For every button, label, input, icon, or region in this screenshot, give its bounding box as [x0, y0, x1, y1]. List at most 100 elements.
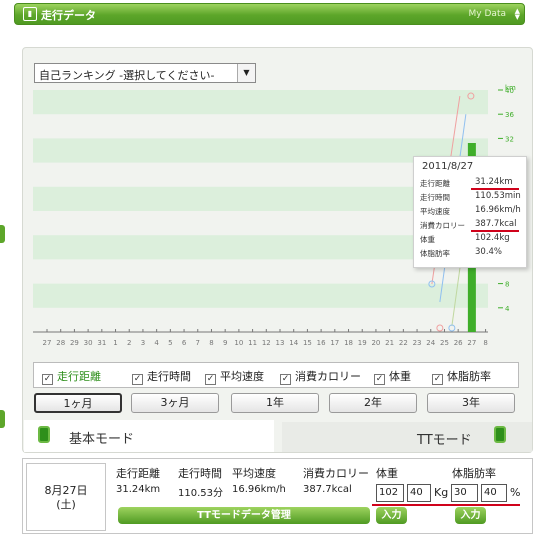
- y-tick-label: 32: [505, 135, 514, 143]
- x-tick-label: 28: [56, 339, 65, 347]
- tab-basic-mode-label: 基本モード: [69, 432, 135, 447]
- value-speed: 16.96km/h: [232, 484, 286, 495]
- record-date-box: 8月27日 (土): [26, 463, 106, 531]
- x-tick-label: 15: [303, 339, 312, 347]
- x-tick-label: 5: [168, 339, 172, 347]
- x-tick-label: 9: [223, 339, 227, 347]
- x-tick-label: 14: [289, 339, 298, 347]
- x-tick-label: 18: [344, 339, 353, 347]
- range-1-month-button[interactable]: 1ヶ月: [34, 393, 122, 413]
- tooltip-date: 2011/8/27: [422, 161, 474, 172]
- tooltip-value: 102.4kg: [475, 233, 510, 243]
- page-title: 走行データ: [41, 9, 96, 22]
- chevron-down-icon[interactable]: ▼: [237, 64, 255, 82]
- checkbox-icon[interactable]: ✓: [132, 374, 143, 385]
- legend-weight[interactable]: ✓ 体重: [374, 368, 411, 385]
- range-1-year-button[interactable]: 1年: [231, 393, 319, 413]
- tt-mode-data-button[interactable]: TTモードデータ管理: [118, 507, 370, 524]
- tooltip-value: 30.4%: [475, 247, 503, 257]
- weight-input-button[interactable]: 入力: [376, 507, 407, 524]
- checkbox-icon[interactable]: ✓: [205, 374, 216, 385]
- ranking-select[interactable]: 自己ランキング -選択してください- ▼: [34, 63, 256, 83]
- checkbox-icon[interactable]: ✓: [280, 374, 291, 385]
- checkbox-icon[interactable]: ✓: [374, 374, 385, 385]
- record-date: 8月27日: [44, 484, 88, 497]
- x-tick-label: 6: [182, 339, 187, 347]
- grid-band: [33, 283, 488, 308]
- x-tick-label: 8: [209, 339, 213, 347]
- fat-int-input[interactable]: 30: [451, 484, 478, 502]
- x-tick-label: 4: [154, 339, 159, 347]
- x-tick-label: 29: [70, 339, 79, 347]
- ranking-select-value: 自己ランキング -選択してください-: [39, 69, 215, 82]
- legend-distance[interactable]: ✓ 走行距離: [42, 368, 101, 385]
- weight-unit: Kg: [434, 486, 449, 499]
- x-tick-label: 27: [43, 339, 52, 347]
- legend-label: 体重: [389, 370, 411, 383]
- x-tick-label: 10: [234, 339, 243, 347]
- header-distance: 走行距離: [116, 467, 160, 480]
- tab-tt-mode[interactable]: TTモード: [282, 422, 532, 452]
- tooltip-label: 走行時間: [420, 193, 450, 202]
- tab-basic-mode[interactable]: 基本モード: [24, 420, 274, 452]
- tooltip-label: 消費カロリー: [420, 221, 465, 230]
- x-tick-label: 26: [454, 339, 463, 347]
- chart-logo-icon: ▮: [23, 7, 37, 21]
- highlight-underline: [471, 230, 519, 232]
- y-tick-label: 4: [505, 305, 510, 313]
- header-fat: 体脂肪率: [452, 467, 496, 480]
- x-tick-label: 22: [399, 339, 408, 347]
- x-tick-label: 13: [276, 339, 285, 347]
- value-time: 110.53分: [178, 488, 223, 499]
- highlight-underline: [471, 188, 519, 190]
- data-tooltip: 2011/8/27 走行距離 31.24km 走行時間 110.53min 平均…: [413, 156, 527, 268]
- range-3-years-button[interactable]: 3年: [427, 393, 515, 413]
- tooltip-label: 走行距離: [420, 179, 450, 188]
- fat-dec-input[interactable]: 40: [481, 484, 507, 502]
- tooltip-row: 走行時間 110.53min: [420, 191, 524, 204]
- fat-input-button[interactable]: 入力: [455, 507, 486, 524]
- x-tick-label: 23: [413, 339, 422, 347]
- legend-label: 体脂肪率: [447, 370, 491, 383]
- range-3-months-button[interactable]: 3ヶ月: [131, 393, 219, 413]
- side-scroll-tab-lower[interactable]: [0, 410, 5, 428]
- tooltip-row: 平均速度 16.96km/h: [420, 205, 524, 218]
- x-tick-label: 21: [385, 339, 394, 347]
- range-2-years-button[interactable]: 2年: [329, 393, 417, 413]
- legend-fat[interactable]: ✓ 体脂肪率: [432, 368, 491, 385]
- tooltip-label: 体脂肪率: [420, 249, 450, 258]
- header-time: 走行時間: [178, 467, 222, 480]
- x-tick-label: 2: [127, 339, 131, 347]
- value-calorie: 387.7kcal: [303, 484, 352, 495]
- legend-calorie[interactable]: ✓ 消費カロリー: [280, 368, 361, 385]
- y-tick-label: 36: [505, 111, 514, 119]
- collapse-toggle-icon[interactable]: ▲ ▼: [515, 8, 520, 21]
- legend-label: 平均速度: [220, 370, 264, 383]
- series-point: [436, 324, 444, 332]
- series-legend: ✓ 走行距離 ✓ 走行時間 ✓ 平均速度 ✓ 消費カロリー ✓ 体重 ✓ 体脂肪率: [33, 362, 519, 388]
- x-tick-label: 7: [196, 339, 200, 347]
- x-tick-label: 30: [84, 339, 93, 347]
- record-weekday: (土): [56, 498, 76, 511]
- weight-int-input[interactable]: 102: [376, 484, 404, 502]
- x-tick-label: 16: [317, 339, 326, 347]
- device-icon: [38, 426, 50, 443]
- x-tick-label: 8: [483, 339, 487, 347]
- header-subtitle: My Data: [468, 9, 506, 19]
- x-tick-label: 17: [330, 339, 339, 347]
- x-tick-label: 24: [426, 339, 435, 347]
- checkbox-icon[interactable]: ✓: [432, 374, 443, 385]
- tooltip-value: 387.7kcal: [475, 219, 517, 229]
- tooltip-value: 110.53min: [475, 191, 521, 201]
- side-scroll-tab-upper[interactable]: [0, 225, 5, 243]
- x-tick-label: 20: [371, 339, 380, 347]
- value-distance: 31.24km: [116, 484, 161, 495]
- tooltip-row: 体重 102.4kg: [420, 233, 524, 246]
- x-tick-label: 25: [440, 339, 449, 347]
- tab-tt-mode-label: TTモード: [417, 433, 472, 448]
- legend-time[interactable]: ✓ 走行時間: [132, 368, 191, 385]
- checkbox-icon[interactable]: ✓: [42, 374, 53, 385]
- legend-label: 消費カロリー: [295, 370, 361, 383]
- weight-dec-input[interactable]: 40: [407, 484, 431, 502]
- legend-speed[interactable]: ✓ 平均速度: [205, 368, 264, 385]
